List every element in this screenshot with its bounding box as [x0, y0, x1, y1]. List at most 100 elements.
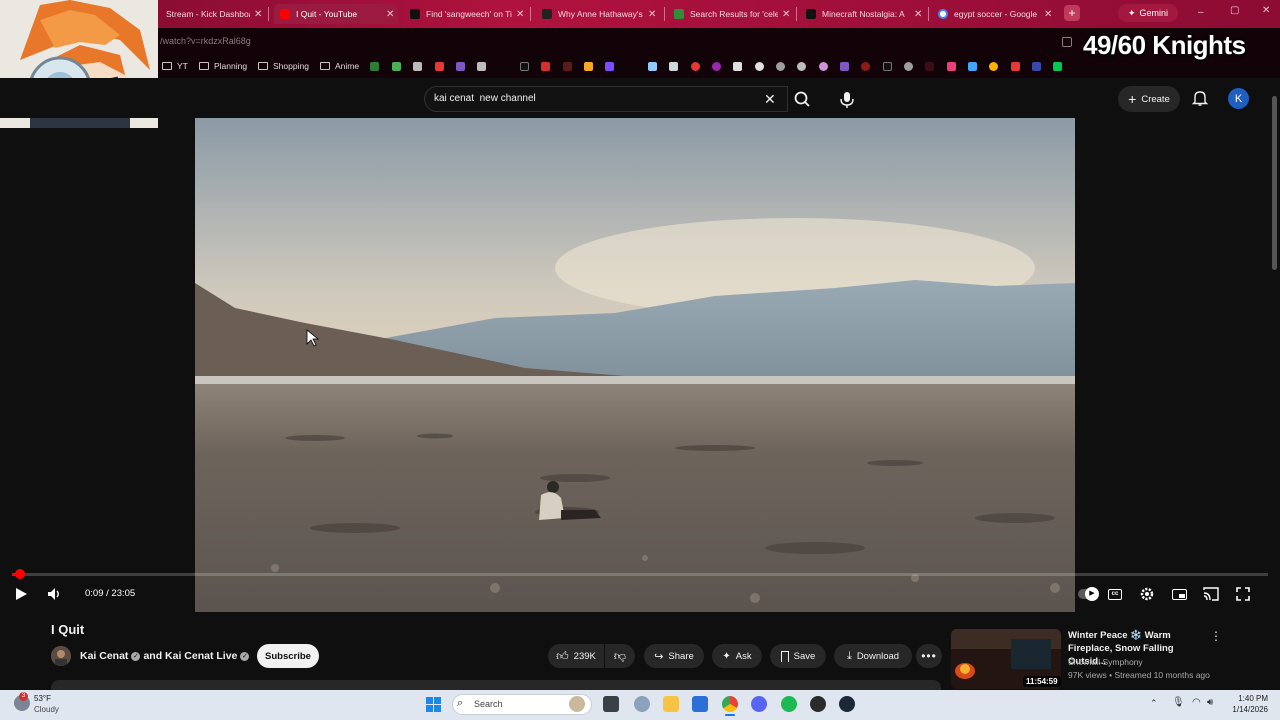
weather-temperature[interactable]: 53°F	[34, 694, 51, 703]
file-explorer-icon[interactable]	[663, 696, 679, 712]
tab-close-icon[interactable]: ✕	[254, 9, 262, 20]
channel-joiner[interactable]: and Kai Cenat Live	[143, 650, 237, 662]
tab-egypt-soccer[interactable]: egypt soccer - Google ✕	[932, 4, 1052, 24]
bookmark-favicon[interactable]	[456, 62, 465, 71]
bookmark-folder-anime[interactable]: Anime	[320, 61, 359, 71]
weather-condition[interactable]: Cloudy	[34, 705, 59, 714]
fullscreen-button[interactable]	[1234, 586, 1252, 602]
x-icon[interactable]	[883, 62, 892, 71]
subscribe-button[interactable]: Subscribe	[257, 644, 319, 668]
bookmark-favicon[interactable]	[648, 62, 657, 71]
bookmark-favicon[interactable]	[477, 62, 486, 71]
recommendation-channel[interactable]: Snowfall Symphony	[1068, 657, 1143, 667]
bookmark-favicon[interactable]	[392, 62, 401, 71]
voice-search-button[interactable]	[836, 86, 858, 112]
tab-tiktok-sangweech[interactable]: Find 'sangweech' on TikTok ✕	[404, 4, 524, 24]
notifications-button[interactable]	[1191, 89, 1209, 107]
bookmark-favicon[interactable]	[904, 62, 913, 71]
x-icon[interactable]	[520, 62, 529, 71]
more-vertical-icon[interactable]: ⋮	[1210, 629, 1222, 643]
bookmark-favicon[interactable]	[925, 62, 934, 71]
bookmark-favicon[interactable]	[712, 62, 721, 71]
scrollbar-thumb[interactable]	[1272, 96, 1277, 270]
tab-close-icon[interactable]: ✕	[914, 9, 922, 20]
video-frame[interactable]	[195, 118, 1075, 612]
progress-scrubber-handle[interactable]	[15, 569, 25, 579]
clock-time[interactable]: 1:40 PM	[1226, 694, 1268, 703]
autoplay-toggle[interactable]: ▶	[1076, 586, 1100, 602]
speaker-icon[interactable]: 🔊︎	[1207, 697, 1213, 708]
share-button[interactable]: ↪ Share	[644, 644, 704, 668]
bookmark-folder-shopping[interactable]: Shopping	[258, 61, 309, 71]
bookmark-favicon[interactable]	[605, 62, 614, 71]
bookmark-favicon[interactable]	[370, 62, 379, 71]
tab-search-results[interactable]: Search Results for 'celeb ✕	[668, 4, 790, 24]
bookmark-favicon[interactable]	[1011, 62, 1020, 71]
bookmark-favicon[interactable]	[776, 62, 785, 71]
steam-icon[interactable]	[839, 696, 855, 712]
tab-minecraft-nostalgia[interactable]: Minecraft Nostalgia: A ✕	[800, 4, 922, 24]
captions-button[interactable]: cc	[1106, 586, 1124, 602]
tab-close-icon[interactable]: ✕	[386, 9, 394, 20]
bookmark-favicon[interactable]	[989, 62, 998, 71]
bookmark-favicon[interactable]	[563, 62, 572, 71]
install-app-icon[interactable]	[1062, 37, 1072, 47]
more-actions-button[interactable]: •••	[916, 644, 942, 668]
obs-icon[interactable]	[810, 696, 826, 712]
create-button[interactable]: + Create	[1118, 86, 1180, 112]
chrome-icon[interactable]	[722, 696, 738, 712]
tab-close-icon[interactable]: ✕	[648, 9, 656, 20]
settings-app-icon[interactable]	[634, 696, 650, 712]
tab-close-icon[interactable]: ✕	[782, 9, 790, 20]
bookmark-favicon[interactable]	[584, 62, 593, 71]
gemini-button[interactable]: ✦ Gemini	[1118, 4, 1178, 22]
bookmark-favicon[interactable]	[968, 62, 977, 71]
ask-button[interactable]: ✦ Ask	[712, 644, 762, 668]
minimize-icon[interactable]: –	[1198, 7, 1204, 18]
microphone-icon[interactable]: 🎙︎	[1172, 697, 1185, 708]
bookmark-favicon[interactable]	[435, 62, 444, 71]
bookmark-favicon[interactable]	[947, 62, 956, 71]
bookmark-favicon[interactable]	[669, 62, 678, 71]
progress-bar-track[interactable]	[12, 573, 1268, 576]
new-tab-button[interactable]: +	[1064, 5, 1080, 21]
save-button[interactable]: Save	[770, 644, 826, 668]
bookmark-favicon[interactable]	[733, 62, 742, 71]
clear-search-icon[interactable]: ✕	[764, 91, 776, 108]
search-button[interactable]	[788, 86, 816, 112]
bookmark-favicon[interactable]	[861, 62, 870, 71]
miniplayer-button[interactable]	[1170, 586, 1188, 602]
channel-avatar[interactable]	[51, 646, 71, 666]
taskbar-search-label[interactable]: Search	[474, 699, 503, 709]
discord-icon[interactable]	[751, 696, 767, 712]
windows-start-button[interactable]	[426, 697, 441, 712]
description-box[interactable]	[51, 680, 941, 690]
wifi-icon[interactable]: ◠	[1192, 697, 1201, 708]
tab-close-icon[interactable]: ✕	[516, 9, 524, 20]
bookmark-favicon[interactable]	[413, 62, 422, 71]
play-button[interactable]	[12, 586, 30, 602]
mute-button[interactable]	[46, 586, 64, 602]
bookmark-favicon[interactable]	[1032, 62, 1041, 71]
like-button[interactable]: 👍︎ 239K	[548, 644, 604, 668]
microsoft-store-icon[interactable]	[692, 696, 708, 712]
download-button[interactable]: ⤓ Download	[834, 644, 912, 668]
bookmark-favicon[interactable]	[840, 62, 849, 71]
bookmark-folder-yt[interactable]: YT	[162, 61, 188, 71]
clock-date[interactable]: 1/14/2026	[1222, 705, 1268, 714]
bookmark-favicon[interactable]	[755, 62, 764, 71]
bookmark-favicon[interactable]	[797, 62, 806, 71]
spotify-icon[interactable]	[781, 696, 797, 712]
channel-names[interactable]: Kai Cenat ✓ and Kai Cenat Live ✓	[80, 650, 252, 662]
tab-kick-dashboard[interactable]: Stream - Kick Dashboard ✕	[160, 4, 262, 24]
search-query-text[interactable]: kai cenat new channel	[434, 93, 536, 104]
channel-name[interactable]: Kai Cenat	[80, 650, 128, 662]
tab-close-icon[interactable]: ✕	[1044, 9, 1052, 20]
tab-anne-hathaway[interactable]: Why Anne Hathaway's ✕	[536, 4, 656, 24]
bookmark-folder-planning[interactable]: Planning	[199, 61, 247, 71]
account-avatar[interactable]: K	[1228, 88, 1249, 109]
cast-button[interactable]	[1202, 586, 1220, 602]
settings-button[interactable]	[1138, 586, 1156, 602]
url-text[interactable]: /watch?v=rkdzxRal68g	[160, 36, 251, 46]
maximize-icon[interactable]: ▢	[1230, 5, 1239, 16]
